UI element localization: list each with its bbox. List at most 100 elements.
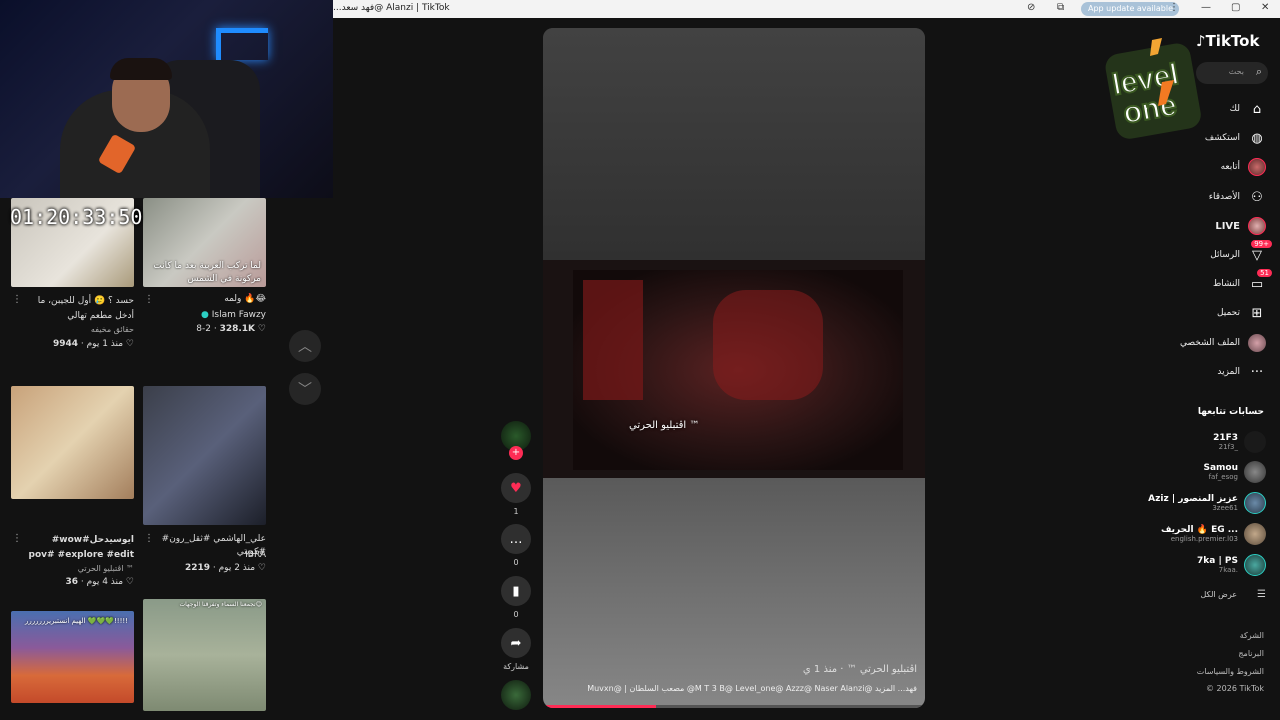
video-author[interactable]: IBRA [245,550,266,560]
kebab-menu-icon[interactable]: ⋮ [1169,2,1179,13]
no-tracking-icon[interactable]: ⊘ [1027,2,1035,13]
video-thumbnail[interactable]: تجمعنا السماء وتفرقنا الوجهات😊 [143,599,266,711]
more-icon: ··· [1250,364,1264,380]
nav-item-for-you[interactable]: لك ⌂ [1230,100,1266,118]
followed-account[interactable]: الحريف 🔥 EG ... english.premier.l03 [1161,523,1266,545]
live-icon [1248,217,1266,235]
nav-item-live[interactable]: LIVE [1215,217,1266,235]
compass-icon: ◍ [1251,130,1263,146]
footer-copyright: © 2026 TikTok [1206,684,1264,693]
comment-icon: … [509,531,523,547]
account-username: english.premier.l03 [1170,535,1238,543]
video-thumbnail[interactable] [143,386,266,525]
nav-item-messages[interactable]: الرسائل ▽ 99+ [1210,240,1272,264]
avatar [1244,492,1266,514]
extensions-icon[interactable]: ⧉ [1057,2,1064,13]
creator-avatar[interactable]: + [500,421,532,460]
video-author[interactable]: حقائق مخيفه [91,325,134,334]
app-update-button[interactable]: App update available [1081,2,1179,16]
nav-item-following[interactable]: أتابعه [1221,158,1266,176]
save-button[interactable]: ▮ [501,576,531,606]
follow-button[interactable]: + [509,446,523,460]
sound-avatar[interactable] [500,680,532,710]
video-title[interactable]: حسد ؟ 🥲 أول للجيبن، ما أدخل مطعم تهالي [24,294,134,324]
followed-account[interactable]: Samou faf_esog [1203,461,1266,483]
video-thumbnail[interactable]: الهيم انستبريررررررر 💚💚💚!!!!! [11,611,134,703]
webcam-overlay [0,0,333,198]
like-button[interactable]: ♥ [501,473,531,503]
progress-fill [543,705,656,708]
nav-label: الملف الشخصي [1180,338,1240,348]
show-all-button[interactable]: عرض الكل ☰ [1200,589,1266,600]
heart-icon: ♥ [510,480,522,496]
heart-icon: ♡ [257,563,266,573]
thumbnail-overlay-text: تجمعنا السماء وتفرقنا الوجهات😊 [179,601,262,608]
account-username: 7kaa. [1218,566,1238,574]
video-author[interactable]: ● Islam Fawzy [201,310,266,320]
list-icon: ☰ [1257,589,1266,600]
maximize-icon[interactable]: ▢ [1231,2,1240,13]
video-date: منذ 2 يوم [218,563,256,573]
heart-icon: ♡ [257,324,266,334]
account-name: الحريف 🔥 EG ... [1160,525,1238,535]
video-player[interactable]: اڤتبليو الحرتي ™ اڤتبليو الحرتي ™ · منذ … [543,28,925,708]
share-button[interactable]: ➦ [501,628,531,658]
verified-dot: ● [201,310,209,320]
nav-label: LIVE [1215,220,1240,232]
comment-action[interactable]: … 0 [500,524,532,567]
friends-icon: ⚇ [1251,189,1263,205]
like-count: 2219 [184,563,210,573]
browser-title-bar: ...فهد سعد@ Alanzi | TikTok ⊘ ⧉ App upda… [333,0,1280,18]
save-action[interactable]: ▮ 0 [500,576,532,619]
share-label: مشاركة [503,662,529,671]
video-author[interactable]: اڤتبليو الحرتي ™ [78,564,134,573]
video-frame: اڤتبليو الحرتي ™ [543,260,925,478]
nav-item-profile[interactable]: الملف الشخصي [1180,334,1266,352]
account-name: 7ka | PS [1197,556,1238,566]
comment-button[interactable]: … [501,524,531,554]
nav-item-explore[interactable]: استكشف ◍ [1205,129,1266,147]
thumbnail-overlay-text: الهيم انستبريررررررر 💚💚💚!!!!! [24,617,128,625]
share-action[interactable]: ➦ مشاركة [500,628,532,671]
profile-icon [1248,334,1266,352]
video-thumbnail[interactable]: لما تركب العربية بعد ما كانت مركونة في ا… [143,198,266,287]
more-icon[interactable]: ⋮ [12,533,22,544]
footer-link-terms[interactable]: الشروط والسياسات [1197,667,1264,676]
avatar [1244,431,1266,453]
progress-bar[interactable] [543,705,925,708]
bookmark-icon: ▮ [512,583,520,599]
video-title[interactable]: ولمه 🔥😂 [224,294,266,304]
left-pane: 01:20:33:50 ⋮ حسد ؟ 🥲 أول للجيبن، ما أدخ… [0,0,333,720]
followed-account[interactable]: 7ka | PS 7kaa. [1197,554,1266,576]
scroll-down-button[interactable]: ﹀ [289,373,321,405]
heart-icon: ♡ [125,339,134,349]
account-name: 21F3 [1213,433,1238,443]
footer-link-company[interactable]: الشركة [1240,631,1264,640]
nav-item-friends[interactable]: الأصدقاء ⚇ [1209,188,1266,206]
scroll-up-button[interactable]: ︿ [289,330,321,362]
followed-account[interactable]: Aziz | عزيز المنصور 3zee61 [1148,492,1266,514]
minimize-icon[interactable]: — [1201,2,1211,13]
video-thumbnail[interactable] [11,386,134,499]
like-count: 328.1K [219,324,256,334]
like-action[interactable]: ♥ 1 [500,473,532,516]
video-caption: اڤتبليو الحرتي ™ [629,420,700,431]
followed-account[interactable]: 21F3 21f3_ [1213,431,1266,453]
window-title: ...فهد سعد@ Alanzi | TikTok [333,3,450,13]
video-stats: منذ 1 يوم · 9944 ♡ [52,339,134,349]
nav-item-more[interactable]: المزيد ··· [1217,363,1266,381]
nav-item-upload[interactable]: تحميل ⊞ [1217,304,1266,322]
video-description[interactable]: Muvxn@ | مصعب السلطان @M T 3 B@ Level_on… [587,684,917,693]
more-icon[interactable]: ⋮ [12,294,22,305]
nav-label: لك [1229,104,1240,114]
activity-icon: ▭ 51 [1248,269,1272,293]
account-username: 3zee61 [1212,504,1238,512]
nav-item-activity[interactable]: النشاط ▭ 51 [1213,269,1272,293]
close-icon[interactable]: ✕ [1261,2,1269,13]
video-title[interactable]: #wow#ايوسيدحل pov# #explore #edit [24,533,134,563]
more-icon[interactable]: ⋮ [144,294,154,305]
video-scene-red [583,280,643,400]
sound-disc[interactable] [501,680,531,710]
footer-link-program[interactable]: البرنامج [1238,649,1264,658]
video-meta[interactable]: اڤتبليو الحرتي ™ · منذ 1 ي [803,664,917,675]
